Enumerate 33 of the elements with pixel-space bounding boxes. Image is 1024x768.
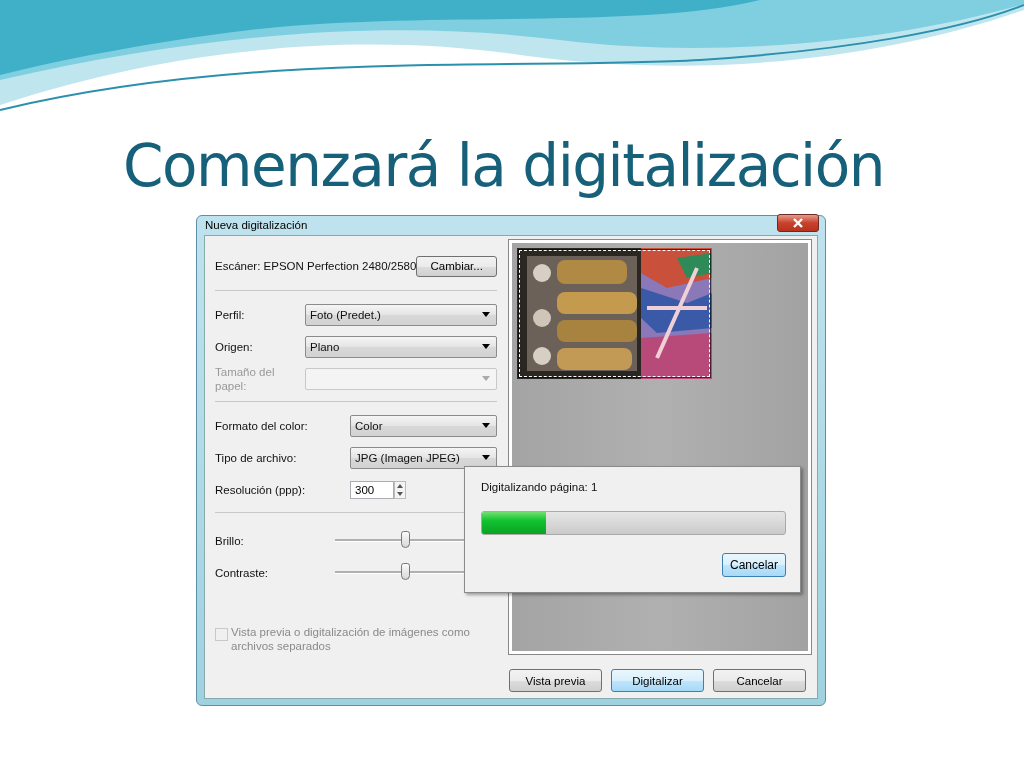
caret-icon [482,344,490,350]
field-label: Contraste: [215,566,270,579]
field-label: Resolución (ppp): [215,483,307,496]
field-label: Tipo de archivo: [215,451,298,464]
close-icon [792,218,804,229]
close-button[interactable] [777,214,819,233]
checkbox-label: Vista previa o digitalización de imágenes como archivos separados [231,624,471,653]
caret-icon [482,312,490,318]
dialog-button[interactable]: Cancelar [713,669,806,693]
scanner-label: Escáner: EPSON Perfection 2480/2580 [215,260,417,273]
caret-icon [482,376,490,382]
field-label: Tamaño del papel: [215,364,276,393]
dropdown[interactable]: Color [350,414,497,437]
field-label: Origen: [215,340,254,353]
caret-icon [482,455,490,461]
slider-thumb[interactable] [401,531,410,549]
field-label: Perfil: [215,308,246,321]
field-label: Formato del color: [215,419,309,432]
dropdown[interactable]: Foto (Predet.) [305,303,497,326]
slider-thumb[interactable] [401,563,410,581]
dialog-button[interactable]: Vista previa [509,669,602,693]
slide-title: Comenzará la digitalización [123,131,884,202]
change-button[interactable]: Cambiar... [416,255,497,277]
dropdown[interactable]: JPG (Imagen JPEG) [350,446,497,469]
field-label: Brillo: [215,534,245,547]
dialog-button[interactable]: Digitalizar [611,669,704,693]
window-title: Nueva digitalización [205,219,308,232]
cancel-button[interactable]: Cancelar [722,553,786,577]
number-field[interactable]: 300 [350,480,394,499]
progress-text: Digitalizando página: 1 [481,481,599,495]
spinner-arrows[interactable] [394,480,406,499]
caret-icon [482,423,490,429]
dropdown[interactable]: Plano [305,335,497,358]
